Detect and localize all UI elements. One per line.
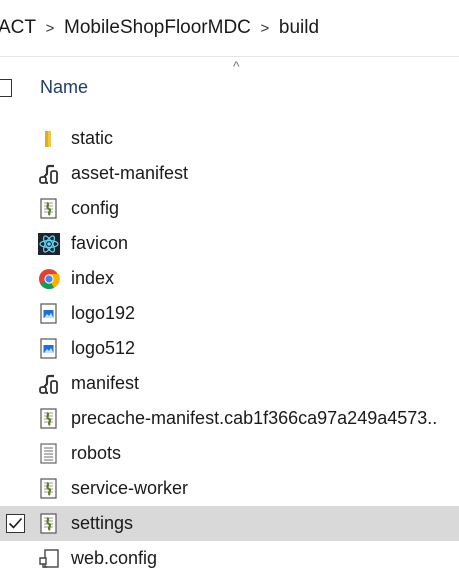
file-row-asset-manifest[interactable]: asset-manifest (0, 156, 459, 191)
file-explorer: ACT > MobileShopFloorMDC > build ^ Name … (0, 0, 459, 570)
file-row-web[interactable]: web.config (0, 541, 459, 570)
breadcrumb-item-mobileshopfloormdc[interactable]: MobileShopFloorMDC (60, 17, 255, 39)
breadcrumb-item-act[interactable]: ACT (0, 17, 40, 39)
file-name: logo192 (71, 303, 136, 323)
row-checkbox[interactable] (6, 514, 25, 533)
script-file-icon (38, 478, 60, 500)
file-row-logo512[interactable]: logo512 (0, 331, 459, 366)
file-row-favicon[interactable]: favicon (0, 226, 459, 261)
file-name: asset-manifest (71, 163, 189, 183)
script-file-icon (38, 513, 60, 535)
script-file-icon (38, 408, 60, 430)
file-name: manifest (71, 373, 140, 393)
file-row-precache-manifest[interactable]: precache-manifest.cab1f366ca97a249a4573.… (0, 401, 459, 436)
file-row-manifest[interactable]: manifest (0, 366, 459, 401)
chrome-icon (38, 268, 60, 290)
chevron-right-icon[interactable]: > (40, 20, 60, 37)
file-name: config (71, 198, 120, 218)
sort-ascending-icon[interactable]: ^ (233, 59, 240, 73)
column-header: ^ Name (0, 57, 459, 119)
script-file-icon (38, 198, 60, 220)
json-file-icon (38, 163, 60, 185)
column-header-name[interactable]: Name (40, 77, 88, 98)
file-name: precache-manifest.cab1f366ca97a249a4573.… (71, 408, 438, 428)
file-name: logo512 (71, 338, 136, 358)
file-list: static asset-manifest config favicon index lo… (0, 121, 459, 570)
folder-icon (38, 128, 60, 150)
file-name: web.config (71, 548, 158, 568)
config-file-icon (38, 548, 60, 570)
file-row-static[interactable]: static (0, 121, 459, 156)
file-row-service-worker[interactable]: service-worker (0, 471, 459, 506)
file-name: robots (71, 443, 122, 463)
breadcrumb-item-build[interactable]: build (275, 17, 323, 39)
file-row-logo192[interactable]: logo192 (0, 296, 459, 331)
json-file-icon (38, 373, 60, 395)
file-row-config[interactable]: config (0, 191, 459, 226)
chevron-right-icon[interactable]: > (255, 20, 275, 37)
file-name: static (71, 128, 114, 148)
breadcrumb: ACT > MobileShopFloorMDC > build (0, 0, 459, 56)
file-name: index (71, 268, 115, 288)
checkmark-icon (8, 517, 23, 530)
file-row-robots[interactable]: robots (0, 436, 459, 471)
react-icon (38, 233, 60, 255)
file-name: settings (71, 513, 134, 533)
file-name: favicon (71, 233, 129, 253)
file-row-index[interactable]: index (0, 261, 459, 296)
image-file-icon (38, 338, 60, 360)
image-file-icon (38, 303, 60, 325)
file-name: service-worker (71, 478, 189, 498)
file-row-settings[interactable]: settings (0, 506, 459, 541)
select-all-checkbox[interactable] (0, 79, 12, 97)
text-file-icon (38, 443, 60, 465)
